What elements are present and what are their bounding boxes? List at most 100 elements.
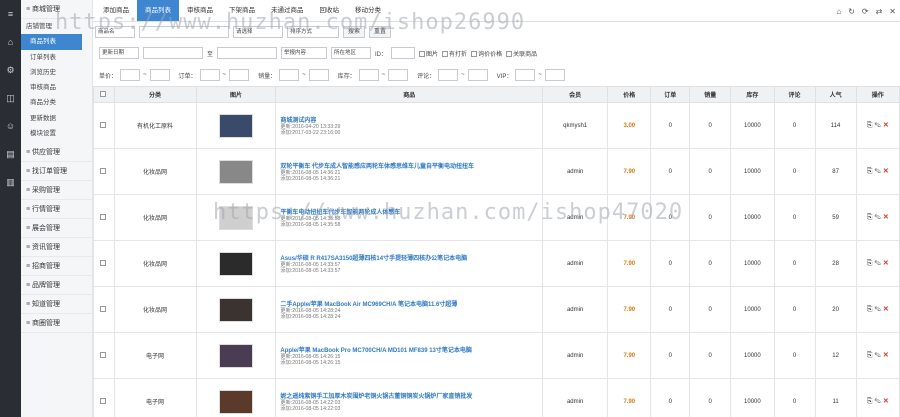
user-icon[interactable]: ☺ — [0, 112, 21, 140]
reload-icon[interactable]: ⟳ — [862, 7, 869, 16]
goods-thumbnail[interactable] — [218, 113, 253, 138]
row-image[interactable] — [195, 194, 277, 241]
goods-name-link[interactable]: 商城测试内容 — [280, 115, 542, 124]
goods-name-link[interactable]: 平衡车电动扭扭车代步车智能两轮成人体感车 — [280, 207, 542, 216]
row-member[interactable]: qkmysh1 — [542, 102, 609, 149]
edit-icon[interactable]: ✎ — [874, 306, 880, 313]
row-image[interactable] — [195, 286, 277, 333]
sales-min-input[interactable] — [279, 69, 300, 81]
sales-max-input[interactable] — [308, 69, 329, 81]
row-image[interactable] — [195, 378, 277, 417]
check-related[interactable]: 关联商品 — [506, 49, 537, 58]
row-checkbox[interactable] — [93, 332, 115, 379]
goods-name-link[interactable]: 妮之遥纯紫铜手工加厚木炭围炉老铜火锅古董铜铜炭火锅炉厂家直销批发 — [280, 391, 542, 400]
row-member[interactable]: admin — [542, 148, 609, 195]
sidebar-group-mall[interactable]: ≡ 商城管理 — [21, 0, 92, 19]
comments-max-input[interactable] — [467, 69, 488, 81]
sidebar-item-history[interactable]: 浏览历史 — [21, 65, 92, 80]
sidebar-group-purchase[interactable]: ≡ 采购管理 — [21, 181, 92, 201]
col-price[interactable]: 价格 — [607, 86, 652, 103]
menu-icon[interactable]: ≡ — [0, 0, 21, 28]
sidebar-item-category[interactable]: 商品分类 — [21, 95, 92, 110]
col-comments[interactable]: 评论 — [773, 86, 816, 103]
col-orders[interactable]: 订单 — [650, 86, 691, 103]
stock-max-input[interactable] — [388, 69, 409, 81]
sidebar-group-find-order[interactable]: ≡ 找订单管理 — [21, 162, 92, 182]
tab-recycle[interactable]: 回收站 — [312, 0, 348, 21]
edit-icon[interactable]: ✎ — [874, 122, 880, 129]
keyword-input[interactable] — [139, 26, 229, 38]
check-image[interactable]: 图片 — [419, 49, 438, 58]
row-member[interactable]: admin — [542, 378, 609, 417]
orders-min-input[interactable] — [199, 69, 220, 81]
copy-icon[interactable]: ⎘ — [867, 352, 873, 359]
col-views[interactable]: 人气 — [814, 86, 857, 103]
sidebar-item-update[interactable]: 更新数据 — [21, 111, 92, 126]
check-inquiry[interactable]: 询价价格 — [471, 49, 502, 58]
delete-icon[interactable]: ✕ — [883, 306, 889, 313]
goods-name-link[interactable]: 二手Apple/苹果 MacBook Air MC969CH/A 笔记本电脑11… — [280, 299, 542, 308]
sidebar-group-supply[interactable]: ≡ 供应管理 — [21, 143, 92, 163]
list-icon[interactable]: ▤ — [0, 140, 21, 168]
sidebar-item-orders[interactable]: 订单列表 — [21, 50, 92, 65]
date-from-input[interactable] — [143, 47, 203, 59]
edit-icon[interactable]: ✎ — [874, 168, 880, 175]
vip-min-input[interactable] — [515, 69, 536, 81]
copy-icon[interactable]: ⎘ — [867, 260, 873, 267]
tab-offshelf[interactable]: 下架商品 — [221, 0, 263, 21]
panel-icon[interactable]: ◫ — [0, 84, 21, 112]
row-member[interactable]: admin — [542, 332, 609, 379]
tab-goods-list[interactable]: 商品列表 — [137, 0, 179, 21]
copy-icon[interactable]: ⎘ — [867, 214, 873, 221]
region-select[interactable]: 所在地区 — [331, 47, 372, 59]
gear-icon[interactable]: ⚙ — [0, 56, 21, 84]
sidebar-group-know[interactable]: ≡ 知道管理 — [21, 295, 92, 315]
copy-icon[interactable]: ⎘ — [867, 398, 873, 405]
edit-icon[interactable]: ✎ — [874, 352, 880, 359]
sidebar-item-goods-list[interactable]: 商品列表 — [21, 34, 82, 50]
row-checkbox[interactable] — [93, 240, 115, 287]
row-member[interactable]: admin — [542, 194, 609, 241]
edit-icon[interactable]: ✎ — [874, 398, 880, 405]
home-icon[interactable]: ⌂ — [836, 7, 841, 16]
row-checkbox[interactable] — [93, 378, 115, 417]
swap-icon[interactable]: ⇄ — [876, 7, 883, 16]
delete-icon[interactable]: ✕ — [883, 352, 889, 359]
tab-review-goods[interactable]: 审核商品 — [179, 0, 221, 21]
sort-select[interactable]: 排序方式 — [287, 26, 339, 38]
select-all-checkbox[interactable] — [93, 86, 115, 103]
col-sales[interactable]: 销量 — [689, 86, 732, 103]
goods-thumbnail[interactable] — [218, 251, 253, 276]
tab-move-category[interactable]: 移动分类 — [347, 0, 389, 21]
tab-rejected[interactable]: 未通过商品 — [263, 0, 312, 21]
copy-icon[interactable]: ⎘ — [867, 122, 873, 129]
row-image[interactable] — [195, 102, 277, 149]
goods-name-link[interactable]: 双轮平衡车 代步车成人智能感应两轮车体感思维车儿童自平衡电动扭扭车 — [280, 161, 542, 170]
close-icon[interactable]: ✕ — [889, 7, 896, 16]
row-image[interactable] — [195, 332, 277, 379]
comments-min-input[interactable] — [438, 69, 459, 81]
sidebar-group-circle[interactable]: ≡ 商圈管理 — [21, 314, 92, 334]
delete-icon[interactable]: ✕ — [883, 214, 889, 221]
row-checkbox[interactable] — [93, 102, 115, 149]
stock-min-input[interactable] — [358, 69, 379, 81]
copy-icon[interactable]: ⎘ — [867, 306, 873, 313]
check-discount[interactable]: 有打折 — [442, 49, 467, 58]
row-image[interactable] — [195, 148, 277, 195]
goods-thumbnail[interactable] — [218, 205, 253, 230]
vip-max-input[interactable] — [544, 69, 565, 81]
sidebar-item-review[interactable]: 审核商品 — [21, 80, 92, 95]
category-select[interactable]: 请选择 — [233, 26, 283, 38]
report-select[interactable]: 举报内容 — [281, 47, 328, 59]
delete-icon[interactable]: ✕ — [883, 168, 889, 175]
goods-thumbnail[interactable] — [218, 159, 253, 184]
goods-name-link[interactable]: Asus/华硕 R R417SA3150超薄四核14寸手提轻薄四核办公笔记本电脑 — [280, 253, 542, 262]
row-member[interactable]: admin — [542, 240, 609, 287]
price-min-input[interactable] — [120, 69, 141, 81]
reset-button[interactable]: 重置 — [369, 26, 392, 38]
col-stock[interactable]: 库存 — [730, 86, 775, 103]
sidebar-sub-store[interactable]: 店铺管理 — [21, 19, 92, 34]
refresh-icon[interactable]: ↻ — [848, 7, 855, 16]
tab-add-goods[interactable]: 添加商品 — [95, 0, 137, 21]
search-button[interactable]: 搜索 — [343, 26, 366, 38]
